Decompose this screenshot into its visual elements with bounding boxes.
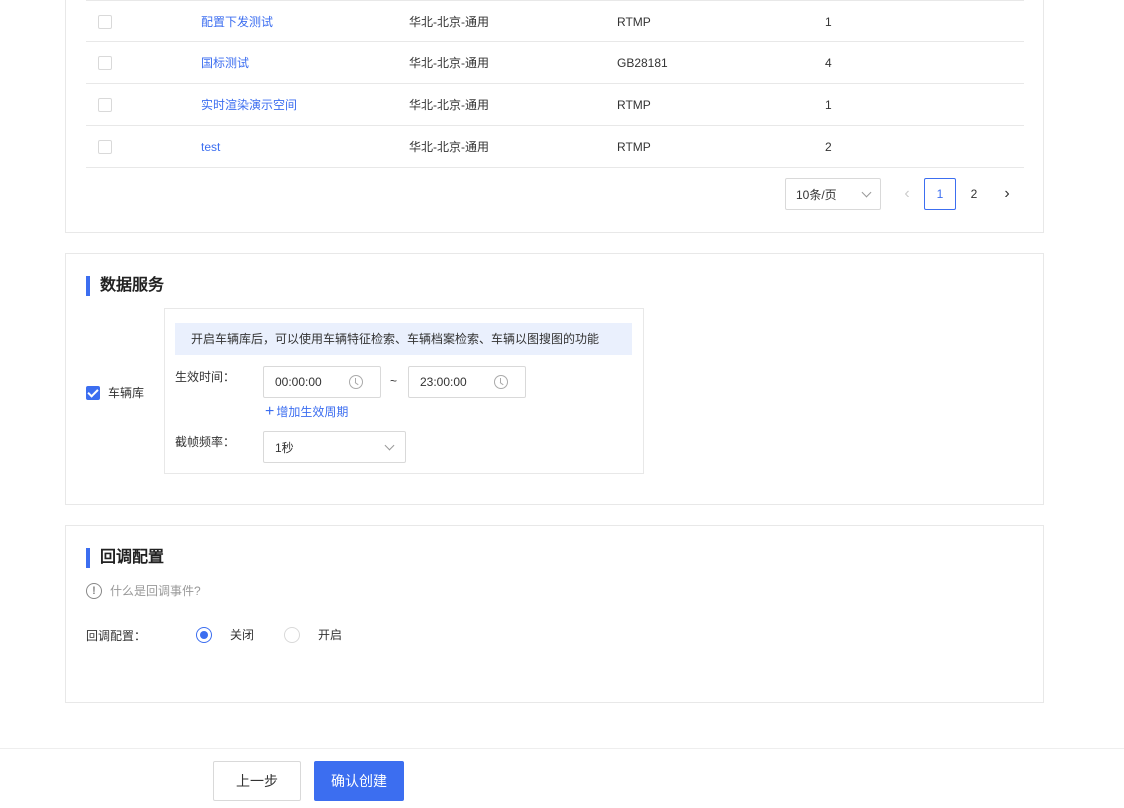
callback-title: 回调配置 [86, 548, 164, 568]
space-list-panel: 配置下发测试 华北-北京-通用 RTMP 1 国标测试 华北-北京-通用 GB2… [65, 0, 1044, 233]
end-time-picker[interactable]: 23:00:00 [408, 366, 526, 398]
data-service-title: 数据服务 [86, 276, 164, 296]
table-row: 实时渲染演示空间 华北-北京-通用 RTMP 1 [86, 84, 1024, 126]
radio-selected-icon [196, 626, 212, 643]
callback-config-label: 回调配置： [86, 629, 147, 643]
protocol-cell: RTMP [617, 98, 651, 112]
count-cell: 4 [825, 56, 832, 70]
radio-on[interactable]: 开启 [284, 626, 342, 643]
start-time-value: 00:00:00 [275, 375, 322, 389]
page-1-button[interactable]: 1 [924, 178, 956, 210]
count-cell: 1 [825, 98, 832, 112]
confirm-create-button[interactable]: 确认创建 [314, 761, 404, 801]
vehicle-lib-tip: 开启车辆库后，可以使用车辆特征检索、车辆档案检索、车辆以图搜图的功能 [175, 323, 632, 355]
clock-icon [349, 375, 363, 389]
callback-help-link[interactable]: ! 什么是回调事件? [86, 582, 201, 599]
count-cell: 1 [825, 15, 832, 29]
frame-rate-select[interactable]: 1秒 [263, 431, 406, 463]
callback-help-text: 什么是回调事件? [110, 584, 201, 598]
frame-rate-value: 1秒 [275, 440, 294, 455]
row-checkbox[interactable] [98, 56, 112, 70]
radio-unselected-icon [284, 626, 300, 643]
checkbox-checked-icon [86, 385, 100, 400]
region-cell: 华北-北京-通用 [409, 140, 489, 154]
radio-off[interactable]: 关闭 [196, 626, 254, 643]
space-name-link[interactable]: 配置下发测试 [201, 14, 273, 30]
pagination: 10条/页 ‹ 1 2 › [785, 178, 1023, 210]
radio-on-label: 开启 [318, 628, 343, 642]
add-period-link[interactable]: + 增加生效周期 [265, 403, 348, 420]
start-time-picker[interactable]: 00:00:00 [263, 366, 381, 398]
next-page-icon[interactable]: › [991, 178, 1023, 210]
page-size-select[interactable]: 10条/页 [785, 178, 881, 210]
prev-page-icon[interactable]: ‹ [891, 178, 923, 210]
row-checkbox[interactable] [98, 15, 112, 29]
table-row: 配置下发测试 华北-北京-通用 RTMP 1 [86, 0, 1024, 42]
vehicle-lib-checkbox[interactable]: 车辆库 [86, 384, 144, 401]
time-separator: ~ [390, 374, 398, 388]
region-cell: 华北-北京-通用 [409, 98, 489, 112]
protocol-cell: RTMP [617, 140, 651, 154]
end-time-value: 23:00:00 [420, 375, 467, 389]
space-name-link[interactable]: 国标测试 [201, 55, 249, 71]
info-icon: ! [86, 582, 102, 599]
clock-icon [494, 375, 508, 389]
callback-panel: 回调配置 ! 什么是回调事件? 回调配置： 关闭 开启 [65, 525, 1044, 703]
table-row: test 华北-北京-通用 RTMP 2 [86, 126, 1024, 168]
row-checkbox[interactable] [98, 98, 112, 112]
region-cell: 华北-北京-通用 [409, 56, 489, 70]
space-table: 配置下发测试 华北-北京-通用 RTMP 1 国标测试 华北-北京-通用 GB2… [86, 0, 1024, 168]
page-size-value: 10条/页 [796, 187, 837, 202]
protocol-cell: RTMP [617, 15, 651, 29]
table-row: 国标测试 华北-北京-通用 GB28181 4 [86, 42, 1024, 84]
chevron-down-icon [384, 440, 395, 450]
radio-off-label: 关闭 [230, 628, 255, 642]
vehicle-lib-label: 车辆库 [108, 386, 145, 400]
vehicle-lib-config: 开启车辆库后，可以使用车辆特征检索、车辆档案检索、车辆以图搜图的功能 生效时间：… [164, 308, 644, 474]
prev-step-button[interactable]: 上一步 [213, 761, 301, 801]
row-checkbox[interactable] [98, 140, 112, 154]
footer-bar: 上一步 确认创建 [0, 748, 1124, 808]
space-name-link[interactable]: test [201, 139, 220, 155]
page-2-button[interactable]: 2 [958, 178, 990, 210]
chevron-down-icon [861, 187, 872, 197]
effective-time-label: 生效时间： [175, 370, 236, 384]
region-cell: 华北-北京-通用 [409, 15, 489, 29]
protocol-cell: GB28181 [617, 56, 668, 70]
count-cell: 2 [825, 140, 832, 154]
space-name-link[interactable]: 实时渲染演示空间 [201, 97, 297, 113]
frame-rate-label: 截帧频率： [175, 435, 236, 449]
plus-icon: + [265, 402, 275, 420]
data-service-panel: 数据服务 车辆库 开启车辆库后，可以使用车辆特征检索、车辆档案检索、车辆以图搜图… [65, 253, 1044, 505]
add-period-text: 增加生效周期 [276, 405, 349, 419]
